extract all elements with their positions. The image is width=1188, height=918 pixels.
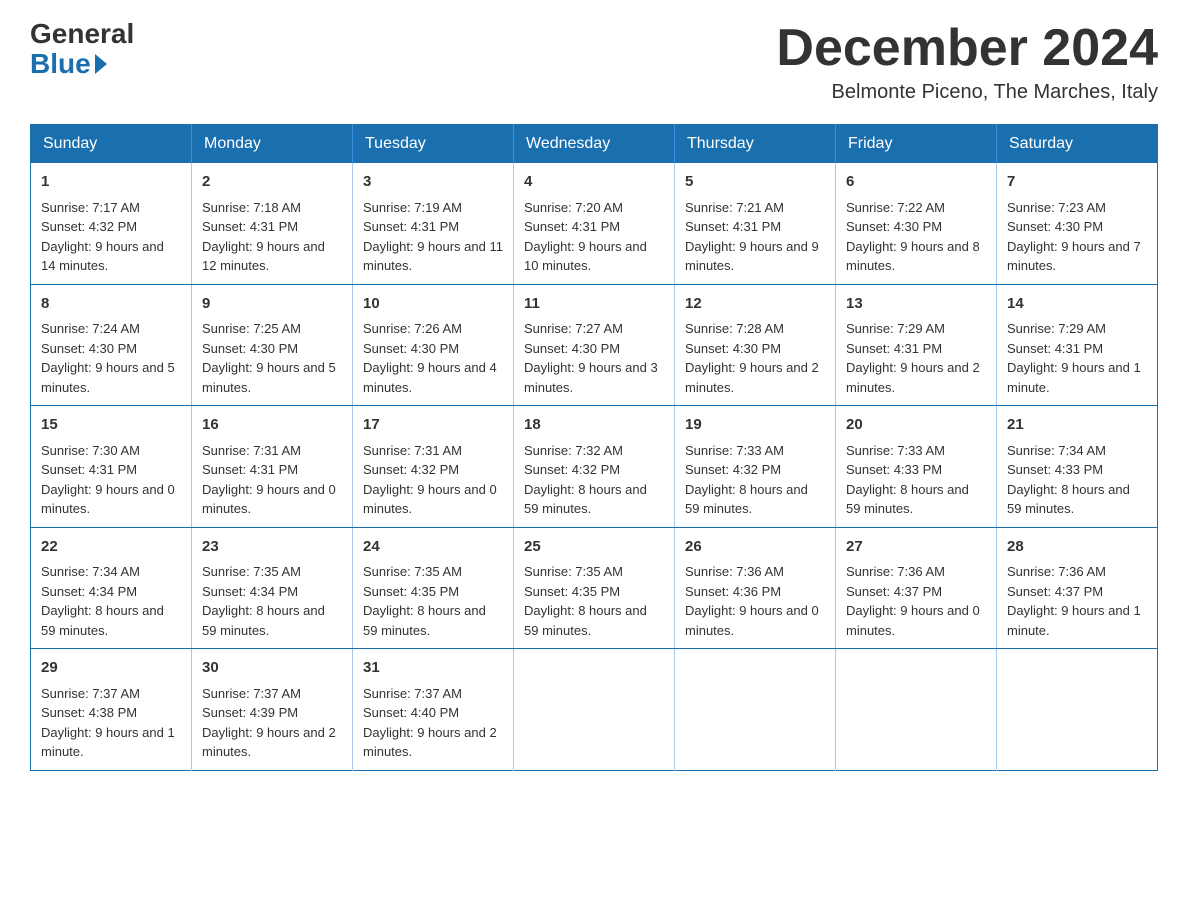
day-number: 22 — [41, 536, 181, 559]
day-number: 11 — [524, 293, 664, 316]
col-saturday: Saturday — [997, 125, 1158, 164]
day-number: 14 — [1007, 293, 1147, 316]
calendar-cell: 2Sunrise: 7:18 AMSunset: 4:31 PMDaylight… — [192, 163, 353, 284]
day-number: 21 — [1007, 414, 1147, 437]
calendar-cell: 13Sunrise: 7:29 AMSunset: 4:31 PMDayligh… — [836, 284, 997, 406]
calendar-cell: 9Sunrise: 7:25 AMSunset: 4:30 PMDaylight… — [192, 284, 353, 406]
day-number: 18 — [524, 414, 664, 437]
calendar-cell: 6Sunrise: 7:22 AMSunset: 4:30 PMDaylight… — [836, 163, 997, 284]
calendar-cell: 15Sunrise: 7:30 AMSunset: 4:31 PMDayligh… — [31, 406, 192, 528]
day-number: 20 — [846, 414, 986, 437]
calendar-cell: 17Sunrise: 7:31 AMSunset: 4:32 PMDayligh… — [353, 406, 514, 528]
day-number: 13 — [846, 293, 986, 316]
day-number: 16 — [202, 414, 342, 437]
calendar-cell: 10Sunrise: 7:26 AMSunset: 4:30 PMDayligh… — [353, 284, 514, 406]
header-row: Sunday Monday Tuesday Wednesday Thursday… — [31, 125, 1158, 164]
title-section: December 2024 Belmonte Piceno, The March… — [776, 20, 1158, 104]
logo: General Blue — [30, 20, 134, 80]
day-number: 9 — [202, 293, 342, 316]
calendar-cell: 31Sunrise: 7:37 AMSunset: 4:40 PMDayligh… — [353, 649, 514, 771]
location: Belmonte Piceno, The Marches, Italy — [776, 81, 1158, 104]
day-number: 10 — [363, 293, 503, 316]
calendar-cell: 20Sunrise: 7:33 AMSunset: 4:33 PMDayligh… — [836, 406, 997, 528]
calendar-cell: 26Sunrise: 7:36 AMSunset: 4:36 PMDayligh… — [675, 527, 836, 649]
calendar-cell: 23Sunrise: 7:35 AMSunset: 4:34 PMDayligh… — [192, 527, 353, 649]
day-number: 5 — [685, 171, 825, 194]
col-friday: Friday — [836, 125, 997, 164]
page-header: General Blue December 2024 Belmonte Pice… — [30, 20, 1158, 104]
day-number: 2 — [202, 171, 342, 194]
logo-triangle-icon — [95, 54, 107, 74]
calendar-week-row: 1Sunrise: 7:17 AMSunset: 4:32 PMDaylight… — [31, 163, 1158, 284]
day-number: 23 — [202, 536, 342, 559]
day-number: 3 — [363, 171, 503, 194]
col-tuesday: Tuesday — [353, 125, 514, 164]
col-thursday: Thursday — [675, 125, 836, 164]
day-number: 27 — [846, 536, 986, 559]
day-number: 4 — [524, 171, 664, 194]
calendar-cell: 25Sunrise: 7:35 AMSunset: 4:35 PMDayligh… — [514, 527, 675, 649]
col-sunday: Sunday — [31, 125, 192, 164]
day-number: 6 — [846, 171, 986, 194]
day-number: 15 — [41, 414, 181, 437]
logo-blue-text: Blue — [30, 48, 107, 80]
calendar-cell: 29Sunrise: 7:37 AMSunset: 4:38 PMDayligh… — [31, 649, 192, 771]
calendar-cell — [997, 649, 1158, 771]
day-number: 1 — [41, 171, 181, 194]
calendar-cell: 3Sunrise: 7:19 AMSunset: 4:31 PMDaylight… — [353, 163, 514, 284]
day-number: 29 — [41, 657, 181, 680]
calendar-cell: 22Sunrise: 7:34 AMSunset: 4:34 PMDayligh… — [31, 527, 192, 649]
day-number: 8 — [41, 293, 181, 316]
calendar-cell: 11Sunrise: 7:27 AMSunset: 4:30 PMDayligh… — [514, 284, 675, 406]
day-number: 26 — [685, 536, 825, 559]
calendar-cell: 7Sunrise: 7:23 AMSunset: 4:30 PMDaylight… — [997, 163, 1158, 284]
calendar-cell — [514, 649, 675, 771]
day-number: 31 — [363, 657, 503, 680]
col-wednesday: Wednesday — [514, 125, 675, 164]
logo-general-text: General — [30, 20, 134, 48]
calendar-week-row: 15Sunrise: 7:30 AMSunset: 4:31 PMDayligh… — [31, 406, 1158, 528]
day-number: 12 — [685, 293, 825, 316]
day-number: 24 — [363, 536, 503, 559]
calendar-cell: 5Sunrise: 7:21 AMSunset: 4:31 PMDaylight… — [675, 163, 836, 284]
day-number: 30 — [202, 657, 342, 680]
month-title: December 2024 — [776, 20, 1158, 77]
calendar-week-row: 29Sunrise: 7:37 AMSunset: 4:38 PMDayligh… — [31, 649, 1158, 771]
calendar-cell: 28Sunrise: 7:36 AMSunset: 4:37 PMDayligh… — [997, 527, 1158, 649]
calendar-table: Sunday Monday Tuesday Wednesday Thursday… — [30, 124, 1158, 771]
calendar-week-row: 8Sunrise: 7:24 AMSunset: 4:30 PMDaylight… — [31, 284, 1158, 406]
calendar-cell: 12Sunrise: 7:28 AMSunset: 4:30 PMDayligh… — [675, 284, 836, 406]
day-number: 19 — [685, 414, 825, 437]
day-number: 25 — [524, 536, 664, 559]
day-number: 7 — [1007, 171, 1147, 194]
calendar-cell: 27Sunrise: 7:36 AMSunset: 4:37 PMDayligh… — [836, 527, 997, 649]
calendar-cell: 4Sunrise: 7:20 AMSunset: 4:31 PMDaylight… — [514, 163, 675, 284]
calendar-cell: 14Sunrise: 7:29 AMSunset: 4:31 PMDayligh… — [997, 284, 1158, 406]
calendar-week-row: 22Sunrise: 7:34 AMSunset: 4:34 PMDayligh… — [31, 527, 1158, 649]
calendar-cell: 24Sunrise: 7:35 AMSunset: 4:35 PMDayligh… — [353, 527, 514, 649]
calendar-cell: 8Sunrise: 7:24 AMSunset: 4:30 PMDaylight… — [31, 284, 192, 406]
calendar-cell: 1Sunrise: 7:17 AMSunset: 4:32 PMDaylight… — [31, 163, 192, 284]
day-number: 28 — [1007, 536, 1147, 559]
calendar-cell — [675, 649, 836, 771]
col-monday: Monday — [192, 125, 353, 164]
calendar-cell: 30Sunrise: 7:37 AMSunset: 4:39 PMDayligh… — [192, 649, 353, 771]
calendar-cell: 21Sunrise: 7:34 AMSunset: 4:33 PMDayligh… — [997, 406, 1158, 528]
calendar-cell — [836, 649, 997, 771]
calendar-cell: 18Sunrise: 7:32 AMSunset: 4:32 PMDayligh… — [514, 406, 675, 528]
calendar-cell: 19Sunrise: 7:33 AMSunset: 4:32 PMDayligh… — [675, 406, 836, 528]
calendar-cell: 16Sunrise: 7:31 AMSunset: 4:31 PMDayligh… — [192, 406, 353, 528]
day-number: 17 — [363, 414, 503, 437]
